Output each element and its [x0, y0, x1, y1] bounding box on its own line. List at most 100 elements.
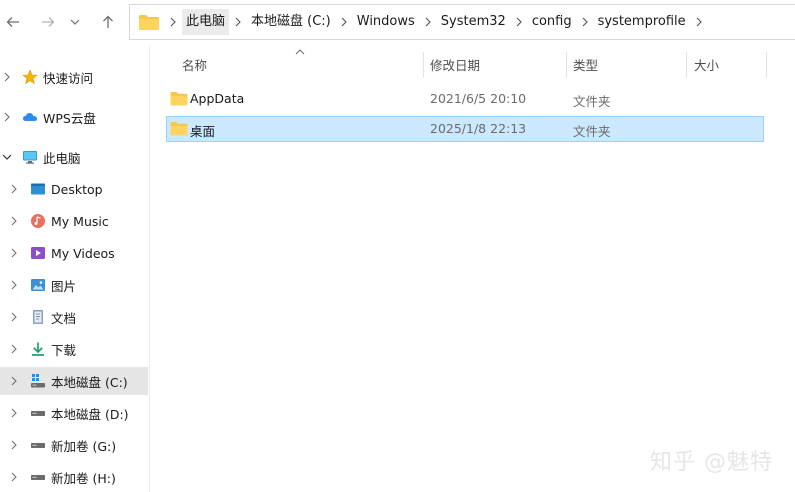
watermark: 知乎 @魅特	[650, 450, 773, 475]
chevron-right-icon[interactable]	[8, 247, 20, 259]
breadcrumb: 此电脑 本地磁盘 (C:) Windows System32 config sy…	[164, 5, 708, 39]
chevron-right-icon[interactable]	[8, 375, 20, 387]
breadcrumb-item[interactable]: config	[528, 9, 576, 35]
chevron-right-icon[interactable]	[8, 311, 20, 323]
chevron-right-icon[interactable]	[1, 111, 13, 123]
sidebar-item-wps-cloud[interactable]: WPS云盘	[0, 103, 148, 131]
sidebar-item-label: My Videos	[51, 245, 115, 261]
chevron-right-icon[interactable]	[8, 183, 20, 195]
chevron-right-icon[interactable]	[8, 471, 20, 483]
chevron-down-icon	[70, 19, 80, 25]
table-row[interactable]: AppData 2021/6/5 20:10 文件夹	[166, 86, 764, 112]
file-name: AppData	[190, 91, 245, 106]
folder-icon	[170, 92, 188, 106]
chevron-down-icon[interactable]	[1, 151, 13, 163]
system-drive-icon	[30, 373, 46, 389]
file-type: 文件夹	[573, 94, 611, 109]
breadcrumb-item[interactable]: Windows	[353, 9, 419, 35]
sidebar-item-downloads[interactable]: 下载	[0, 335, 148, 363]
breadcrumb-item[interactable]: 本地磁盘 (C:)	[247, 9, 335, 35]
column-header-modified[interactable]: 修改日期	[430, 56, 480, 86]
column-header-name[interactable]: 名称	[182, 56, 207, 86]
sidebar-item-my-videos[interactable]: My Videos	[0, 239, 148, 267]
music-icon	[30, 213, 46, 229]
sidebar-item-label: 本地磁盘 (D:)	[51, 406, 129, 422]
forward-button[interactable]	[35, 10, 61, 34]
drive-icon	[30, 437, 46, 453]
chevron-right-icon[interactable]	[690, 17, 708, 27]
sidebar-item-label: Desktop	[51, 181, 103, 197]
file-modified-date: 2021/6/5 20:10	[430, 91, 527, 106]
sidebar-item-pictures[interactable]: 图片	[0, 271, 148, 299]
sidebar-item-label: 此电脑	[43, 150, 81, 166]
sidebar-item-label: 快速访问	[43, 70, 94, 86]
chevron-right-icon[interactable]	[1, 71, 13, 83]
desktop-icon	[30, 181, 46, 197]
sidebar-item-label: 新加卷 (H:)	[51, 470, 116, 486]
sidebar-item-my-music[interactable]: My Music	[0, 207, 148, 235]
folder-icon	[170, 122, 188, 136]
column-header-label: 大小	[694, 58, 720, 73]
column-divider[interactable]	[423, 52, 424, 78]
breadcrumb-item[interactable]: System32	[437, 9, 510, 35]
sidebar-item-desktop[interactable]: Desktop	[0, 175, 148, 203]
table-row-selected[interactable]: 桌面 2025/1/8 22:13 文件夹	[166, 116, 764, 142]
file-modified-date: 2025/1/8 22:13	[430, 121, 527, 136]
computer-icon	[22, 149, 38, 165]
file-list: 名称 修改日期 类型 大小 AppData 2021/6/5 20:10 文件夹…	[150, 46, 795, 492]
chevron-right-icon[interactable]	[510, 17, 528, 27]
breadcrumb-item[interactable]: systemprofile	[594, 9, 690, 35]
sidebar-item-documents[interactable]: 文档	[0, 303, 148, 331]
documents-icon	[30, 309, 46, 325]
chevron-right-icon[interactable]	[8, 215, 20, 227]
file-name: 桌面	[190, 124, 216, 139]
sidebar-item-label: WPS云盘	[43, 110, 96, 126]
chevron-right-icon[interactable]	[576, 17, 594, 27]
chevron-right-icon[interactable]	[8, 407, 20, 419]
star-icon	[22, 69, 38, 85]
sidebar-item-local-disk-c[interactable]: 本地磁盘 (C:)	[0, 367, 148, 395]
download-icon	[30, 341, 46, 357]
column-divider[interactable]	[766, 52, 767, 78]
file-type: 文件夹	[573, 124, 611, 139]
chevron-right-icon[interactable]	[164, 17, 182, 27]
up-button[interactable]	[95, 10, 121, 34]
back-button[interactable]	[0, 10, 26, 34]
recent-locations-button[interactable]	[62, 10, 88, 34]
up-arrow-icon	[103, 15, 113, 28]
back-arrow-icon	[6, 17, 19, 27]
sidebar-item-new-volume-h[interactable]: 新加卷 (H:)	[0, 463, 148, 491]
column-divider[interactable]	[686, 52, 687, 78]
column-header-label: 类型	[573, 58, 599, 73]
chevron-right-icon[interactable]	[8, 439, 20, 451]
drive-icon	[30, 405, 46, 421]
pictures-icon	[30, 277, 46, 293]
drive-icon	[30, 469, 46, 485]
sidebar-item-this-pc[interactable]: 此电脑	[0, 143, 148, 171]
column-header-size[interactable]: 大小	[694, 56, 719, 86]
sort-ascending-icon	[295, 49, 305, 55]
address-bar[interactable]: 此电脑 本地磁盘 (C:) Windows System32 config sy…	[129, 4, 795, 40]
sidebar-item-quick-access[interactable]: 快速访问	[0, 63, 148, 91]
sidebar-item-local-disk-d[interactable]: 本地磁盘 (D:)	[0, 399, 148, 427]
chevron-right-icon[interactable]	[229, 17, 247, 27]
sidebar-item-label: 本地磁盘 (C:)	[51, 374, 128, 390]
chevron-right-icon[interactable]	[8, 343, 20, 355]
column-header-label: 修改日期	[430, 58, 481, 73]
sidebar-item-label: 下载	[51, 342, 77, 358]
cloud-icon	[22, 109, 38, 125]
breadcrumb-item[interactable]: 此电脑	[182, 9, 230, 35]
column-divider[interactable]	[566, 52, 567, 78]
forward-arrow-icon	[42, 17, 55, 27]
sidebar-item-label: 文档	[51, 310, 77, 326]
column-header-type[interactable]: 类型	[573, 56, 598, 86]
sidebar-item-label: 图片	[51, 278, 77, 294]
chevron-right-icon[interactable]	[335, 17, 353, 27]
chevron-right-icon[interactable]	[8, 279, 20, 291]
video-icon	[30, 245, 46, 261]
navigation-bar: 此电脑 本地磁盘 (C:) Windows System32 config sy…	[0, 0, 795, 46]
chevron-right-icon[interactable]	[419, 17, 437, 27]
column-header-label: 名称	[182, 58, 208, 73]
sidebar-item-label: My Music	[51, 213, 109, 229]
sidebar-item-new-volume-g[interactable]: 新加卷 (G:)	[0, 431, 148, 459]
